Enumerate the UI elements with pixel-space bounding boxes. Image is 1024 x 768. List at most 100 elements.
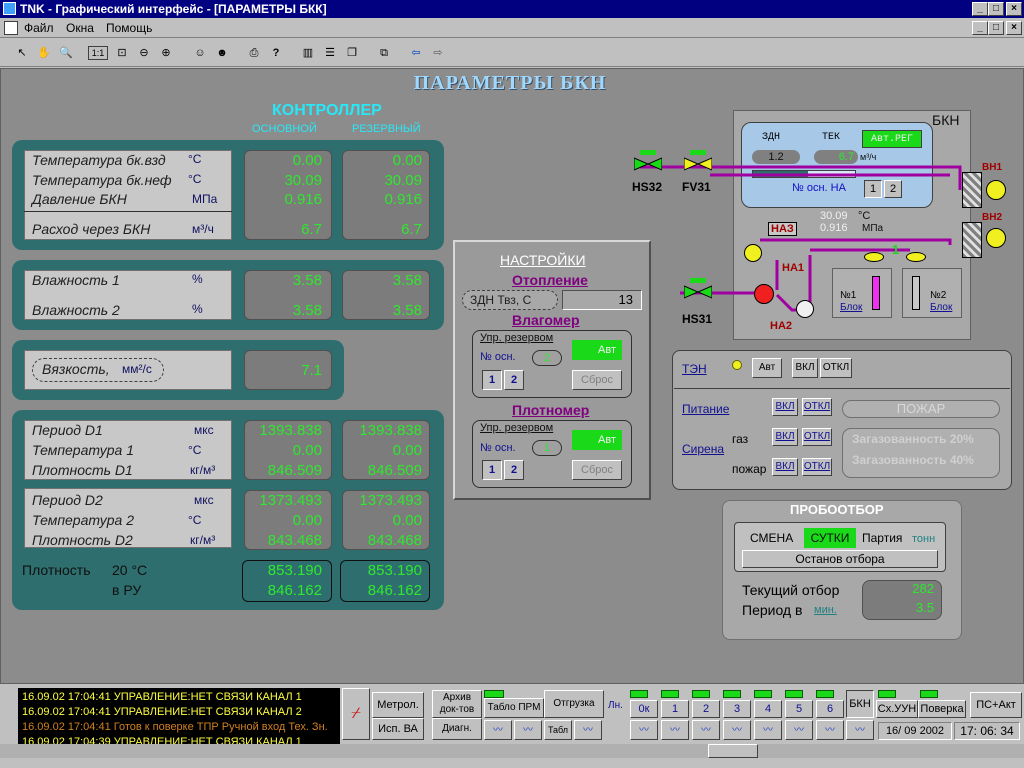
bkn-button[interactable]: БКН bbox=[846, 690, 874, 718]
line-6-button[interactable]: 6 bbox=[816, 700, 844, 718]
zoom-in-icon[interactable]: ⊕ bbox=[156, 43, 176, 63]
shipment-button[interactable]: Отгрузка bbox=[544, 690, 604, 718]
density-meter-link[interactable]: Плотномер bbox=[512, 402, 589, 418]
hs31-valve-icon[interactable] bbox=[683, 278, 713, 300]
horizontal-scrollbar[interactable] bbox=[0, 744, 1024, 758]
ten-on-button[interactable]: ВКЛ bbox=[792, 358, 818, 378]
line-1-button[interactable]: 1 bbox=[661, 700, 689, 718]
line-4-trend[interactable]: 〰 bbox=[754, 720, 782, 740]
hs32-valve-icon[interactable] bbox=[633, 150, 663, 172]
siren-gas-off-button[interactable]: ОТКЛ bbox=[802, 428, 832, 446]
moisture-meter-link[interactable]: Влагомер bbox=[512, 312, 580, 328]
maximize-button[interactable]: □ bbox=[988, 2, 1004, 16]
line-1-trend[interactable]: 〰 bbox=[661, 720, 689, 740]
density-auto-button[interactable]: Авт bbox=[572, 430, 622, 450]
siren-fire-on-button[interactable]: ВКЛ bbox=[772, 458, 798, 476]
window-list-icon[interactable]: ⧉ bbox=[374, 43, 394, 63]
na2-pump-icon[interactable] bbox=[796, 300, 814, 318]
zoom-out-icon[interactable]: ⊖ bbox=[134, 43, 154, 63]
child-close-button[interactable]: × bbox=[1006, 21, 1022, 35]
ten-off-button[interactable]: ОТКЛ bbox=[820, 358, 852, 378]
child-restore-button[interactable]: □ bbox=[988, 21, 1004, 35]
child-minimize-button[interactable]: _ bbox=[972, 21, 988, 35]
fv31-valve-icon[interactable] bbox=[683, 150, 713, 172]
alarm-mute-button[interactable]: ⌿ bbox=[342, 688, 370, 740]
minimize-button[interactable]: _ bbox=[972, 2, 988, 16]
heating-link[interactable]: Отопление bbox=[512, 272, 588, 288]
vn2-pump-icon[interactable] bbox=[986, 228, 1006, 248]
message-log[interactable]: 16.09.02 17:04:41 УПРАВЛЕНИЕ:НЕТ СВЯЗИ К… bbox=[18, 688, 340, 752]
moisture-reset-button[interactable]: Сброс bbox=[572, 370, 622, 390]
magnifier-icon[interactable]: 🔍 bbox=[56, 43, 76, 63]
menu-file[interactable]: Файл bbox=[24, 18, 54, 38]
line-6-trend[interactable]: 〰 bbox=[816, 720, 844, 740]
batch-option[interactable]: Партия bbox=[862, 531, 902, 545]
line-4-button[interactable]: 4 bbox=[754, 700, 782, 718]
hand-icon[interactable]: ✋ bbox=[34, 43, 54, 63]
tablo-prm-button[interactable]: Табло ПРМ bbox=[484, 698, 544, 718]
power-off-button[interactable]: ОТКЛ bbox=[802, 398, 832, 416]
power-link[interactable]: Питание bbox=[682, 402, 729, 416]
siren-fire-off-button[interactable]: ОТКЛ bbox=[802, 458, 832, 476]
density-reset-button[interactable]: Сброс bbox=[572, 460, 622, 480]
pointer-icon[interactable]: ↖ bbox=[12, 43, 32, 63]
forward-arrow-icon[interactable]: ⇨ bbox=[428, 43, 448, 63]
density-select-2[interactable]: 2 bbox=[504, 460, 524, 480]
tile-horizontal-icon[interactable]: ☰ bbox=[320, 43, 340, 63]
day-option[interactable]: СУТКИ bbox=[804, 528, 856, 548]
line-2-trend[interactable]: 〰 bbox=[692, 720, 720, 740]
line-5-trend[interactable]: 〰 bbox=[785, 720, 813, 740]
tile-vertical-icon[interactable]: ▥ bbox=[298, 43, 318, 63]
calibration-button[interactable]: Поверка bbox=[918, 700, 966, 718]
line-0k-trend[interactable]: 〰 bbox=[630, 720, 658, 740]
shift-option[interactable]: СМЕНА bbox=[750, 531, 793, 545]
menu-windows[interactable]: Окна bbox=[66, 18, 94, 38]
trend-button[interactable]: 〰 bbox=[514, 720, 542, 740]
cascade-icon[interactable]: ❐ bbox=[342, 43, 362, 63]
bkn-trend[interactable]: 〰 bbox=[846, 720, 874, 740]
print-icon[interactable]: ⎙ bbox=[244, 43, 264, 63]
test-va-button[interactable]: Исп. ВА bbox=[372, 718, 424, 740]
line-2-button[interactable]: 2 bbox=[692, 700, 720, 718]
power-on-button[interactable]: ВКЛ bbox=[772, 398, 798, 416]
line-5-button[interactable]: 5 bbox=[785, 700, 813, 718]
stop-sampling-button[interactable]: Останов отбора bbox=[742, 550, 938, 568]
density-select-1[interactable]: 1 bbox=[482, 460, 502, 480]
minutes-link[interactable]: мин. bbox=[814, 604, 837, 616]
na1-pump-icon[interactable] bbox=[754, 284, 774, 304]
vn1-filter[interactable] bbox=[962, 172, 982, 208]
siren-gas-on-button[interactable]: ВКЛ bbox=[772, 428, 798, 446]
close-button[interactable]: × bbox=[1006, 2, 1022, 16]
zoom-fit-icon[interactable]: ⊡ bbox=[112, 43, 132, 63]
archive-docs-button[interactable]: Архив док-тов bbox=[432, 690, 482, 718]
metering-scheme-button[interactable]: Сх.УУН bbox=[876, 700, 918, 718]
line-3-button[interactable]: 3 bbox=[723, 700, 751, 718]
scrollbar-thumb[interactable] bbox=[708, 744, 758, 758]
diagnostics-button[interactable]: Диагн. bbox=[432, 718, 482, 740]
help-icon[interactable]: ? bbox=[266, 43, 286, 63]
block-2-link[interactable]: Блок bbox=[930, 302, 952, 313]
moisture-select-1[interactable]: 1 bbox=[482, 370, 502, 390]
line-0k-button[interactable]: 0к bbox=[630, 700, 658, 718]
vn1-pump-icon[interactable] bbox=[986, 180, 1006, 200]
metrology-button[interactable]: Метрол. bbox=[372, 692, 424, 718]
zoom-1to1-icon[interactable]: 1:1 bbox=[88, 46, 108, 60]
moisture-select-2[interactable]: 2 bbox=[504, 370, 524, 390]
siren-link[interactable]: Сирена bbox=[682, 442, 724, 456]
menu-help[interactable]: Помощь bbox=[106, 18, 152, 38]
naz-pump-icon[interactable] bbox=[744, 244, 762, 262]
moisture-auto-button[interactable]: Авт bbox=[572, 340, 622, 360]
hs31-label: HS31 bbox=[682, 312, 713, 326]
ps-act-button[interactable]: ПС+Акт bbox=[970, 692, 1022, 718]
ten-link[interactable]: ТЭН bbox=[682, 362, 707, 376]
user-login-icon[interactable]: ☺ bbox=[190, 43, 210, 63]
table-button[interactable]: Табл bbox=[544, 720, 572, 740]
back-arrow-icon[interactable]: ⇦ bbox=[406, 43, 426, 63]
trend-button[interactable]: 〰 bbox=[574, 720, 602, 740]
block-1-link[interactable]: Блок bbox=[840, 302, 862, 313]
vn2-filter[interactable] bbox=[962, 222, 982, 258]
line-3-trend[interactable]: 〰 bbox=[723, 720, 751, 740]
user-logout-icon[interactable]: ☻ bbox=[212, 43, 232, 63]
ten-auto-button[interactable]: Авт bbox=[752, 358, 782, 378]
trend-button[interactable]: 〰 bbox=[484, 720, 512, 740]
